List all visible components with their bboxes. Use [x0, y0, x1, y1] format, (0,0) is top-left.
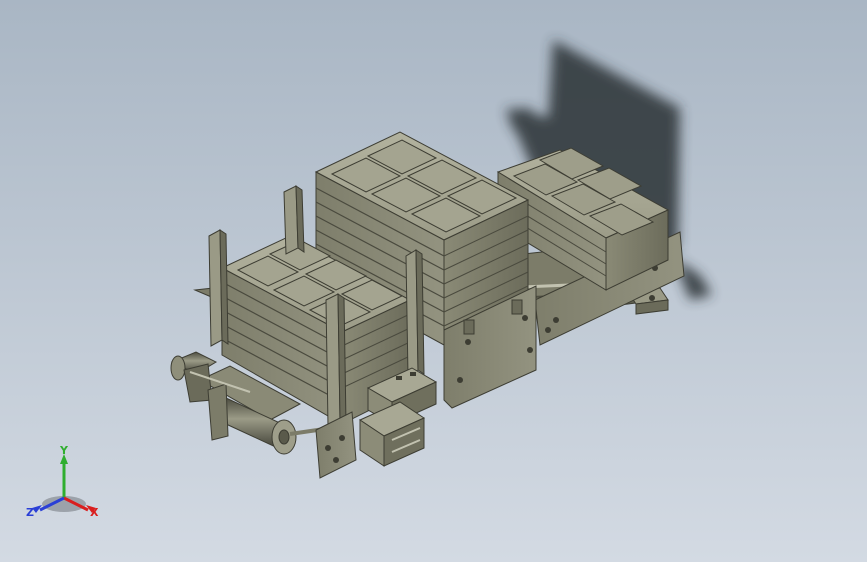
x-axis-label: X: [90, 506, 99, 519]
front-end-plate: [315, 411, 357, 479]
axis-triad[interactable]: Y X Z: [24, 446, 108, 530]
cad-graphics-viewport[interactable]: Y X Z: [0, 0, 867, 562]
3d-model-scene[interactable]: [0, 0, 867, 562]
y-axis-label: Y: [59, 446, 69, 457]
z-axis-label: Z: [26, 506, 34, 519]
